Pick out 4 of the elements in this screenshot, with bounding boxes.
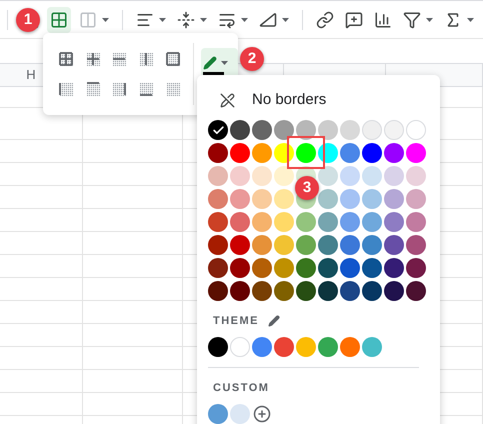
callout-tooltip: 2 <box>240 47 264 71</box>
section-label: THEME <box>213 314 259 329</box>
callout-tooltip: 1 <box>16 8 40 32</box>
section-label: CUSTOM <box>213 380 270 396</box>
